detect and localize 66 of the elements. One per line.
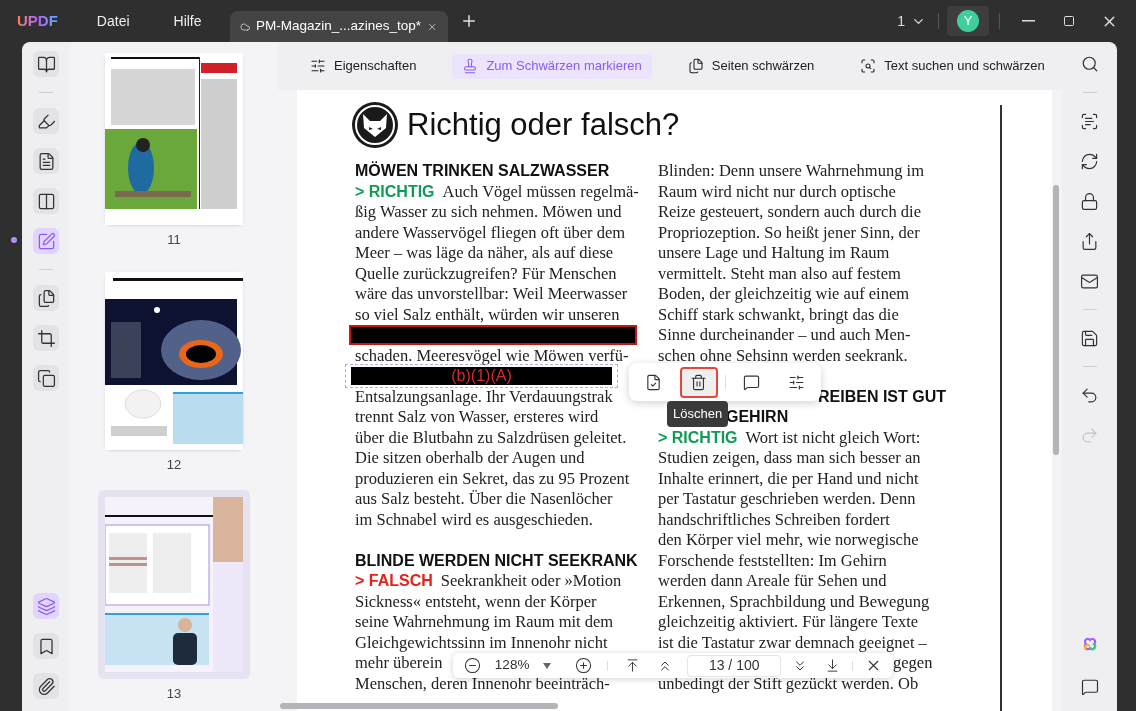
text-line: Forschende feststellten: Im Gehirn [658,550,887,571]
text-line: produzieren ein Sekret, das zu 95 Prozent [355,468,630,489]
text-line: schaden. Meeresvögel wie Möwen verfü- [355,345,629,366]
text-line: Inhalte erinnert, die per Hand und nicht [658,468,919,489]
text-line: Reize gesteuert, sondern auch durch die [658,202,921,223]
page-number: 12 [166,456,182,474]
zoom-level-dropdown[interactable]: 128% [494,655,552,676]
text-line: schen ohne Sehsinn werden seekrank. [658,345,908,366]
text-line: werden dann Areale für Sehen und [658,571,887,592]
text-line: Menschen, deren Innenohr beeinträch- [355,673,610,694]
document-tab[interactable]: PM-Magazin_...azines_top* [229,11,448,42]
text-line: wäre das unvorstellbar: Weil Meerwasser [355,284,628,305]
verdict-line: > RICHTIG Auch Vögel müssen regelmä- [355,181,639,202]
text-line: gegen [893,653,933,672]
article-title: Richtig oder falsch? [407,105,680,144]
page-number: 11 [167,231,181,249]
text-line: ßig Wasser zu sich nehmen. Möwen und [355,202,622,223]
text-line: trennt Salz von Wasser, ersteres wird [355,407,599,428]
text-line: vermittelt. Steht man also auf festem [658,263,901,284]
window-count-dropdown[interactable]: 1 [893,10,930,32]
toolbar-button[interactable]: Eigenschaften [300,53,427,79]
section-heading: MÖWEN TRINKEN SALZWASSER [355,161,610,181]
text-line: handschriftliches Schreiben fordert [658,509,890,530]
text-line: Raum wird nicht nur durch optische [658,181,896,202]
text-line: so viel Salz enthält, würden wir unseren [355,304,620,325]
text-line: Die sitzen oberhalb der Augen und [355,448,585,469]
text-line: Studien zeigen, dass man sich besser an [658,448,921,469]
selected-redaction[interactable]: (b)(1)(A) [345,364,618,389]
text-line: ist die Tastatur zwar demnach geeignet – [658,632,927,653]
text-line: Quelle zurückzugreifen? Für Menschen [355,263,617,284]
text-line: Erkennen, Sprachbildung und Bewegung [658,591,930,612]
menu-item[interactable]: Hilfe [162,6,213,36]
avatar: Y [957,10,979,32]
verdict-line: > RICHTIG Wort ist nicht gleich Wort: [658,427,921,448]
text-line: Propriozeption. So heißt jener Sinn, der [658,222,920,243]
tab-title: PM-Magazin_...azines_top* [256,17,422,36]
text-line: Boden, der gleichzeitig wie auf einem [658,284,910,305]
text-line: den Körper viel mehr, wie norwegische [658,530,919,551]
text-line: Schiff stark schwankt, bringt das die [658,304,899,325]
toolbar-button[interactable]: Text suchen und schwärzen [850,53,1055,79]
toolbar-button[interactable]: Zum Schwärzen markieren [452,53,652,79]
page-number: 13 [166,685,182,703]
text-line: gleichzeitig aktiviert. Für längere Texte [658,612,919,633]
text-line: im Schnabel wird es ausgeschieden. [355,509,593,530]
text-line: Sickness« entsteht, wenn der Körper [355,591,597,612]
text-line: mehr überein [355,653,443,674]
tooltip: Löschen [667,401,729,427]
text-line: Meer – was läge da näher, als auf diese [355,243,614,264]
text-line: Gleichgewichtssinn im Innenohr nicht [355,632,608,653]
page-number-field[interactable]: 13 / 100 [686,654,782,677]
text-line: über die Blutbahn zu Salzdrüsen geleitet. [355,427,627,448]
verdict-line: > FALSCH Seekrankheit oder »Motion [355,571,622,592]
text-line: Entsalzungsanlage. Ihr Verdauungstrak [355,386,613,407]
text-line: unsere Lage und Haltung im Raum [658,243,890,264]
redaction-code: (b)(1)(A) [451,368,512,385]
section-heading: REIBEN IST GUT [818,387,946,405]
section-heading: GEHIRN [726,408,789,425]
text-line: Blinden: Denn unsere Wahrnehmung im [658,161,924,182]
text-line: aus Salz besteht. Über die Nasenlöcher [355,489,613,510]
section-heading: BLINDE WERDEN NICHT SEEKRANK [355,550,638,571]
toolbar-button[interactable]: Seiten schwärzen [677,53,825,79]
menu-item[interactable]: Datei [85,6,141,36]
text-line: seine Wahrnehmung im Raum mit dem [355,612,614,633]
text-line: per Tastatur geschrieben werden. Denn [658,489,916,510]
text-line: Sinne durcheinander – und auch Men- [658,325,911,346]
text-line: andere Wasservögel fliegen oft über dem [355,222,626,243]
